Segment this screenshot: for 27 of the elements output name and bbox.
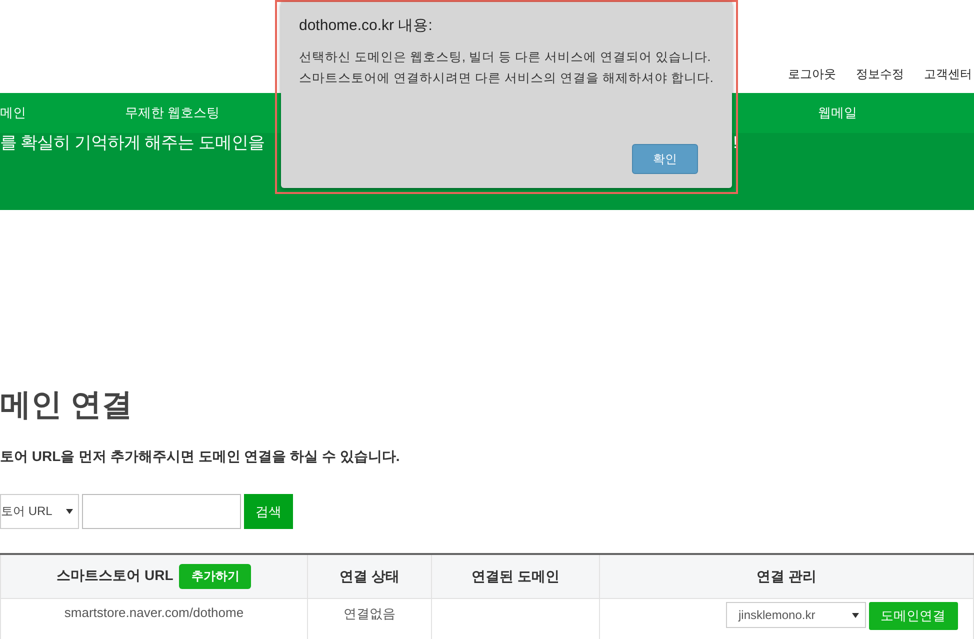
dialog-title: dothome.co.kr 내용: xyxy=(299,16,434,35)
table-cell: smartstore.naver.com/dothome xyxy=(64,605,244,620)
ok-button[interactable]: 확인 xyxy=(632,144,698,174)
header-link[interactable]: 로그아웃 xyxy=(788,66,836,83)
connect-domain-button[interactable]: 도메인연결 xyxy=(868,602,958,630)
column-header: 연결 관리 xyxy=(756,568,816,584)
header-link[interactable]: 정보수정 xyxy=(856,66,904,83)
search-type-select[interactable]: 토어 URL xyxy=(0,494,79,529)
dialog-message: 스마트스토어에 연결하시려면 다른 서비스의 연결을 해제하셔야 합니다. xyxy=(299,70,714,87)
search-button[interactable]: 검색 xyxy=(244,494,293,529)
dropdown-arrow-icon xyxy=(852,612,858,618)
banner-text: 를 확실히 기억하게 해주는 도메인을 xyxy=(0,133,264,152)
domain-select[interactable]: jinsklemono.kr xyxy=(726,602,866,628)
page-description: 토어 URL을 먼저 추가해주시면 도메인 연결을 하실 수 있습니다. xyxy=(0,448,401,466)
banner-text: ! xyxy=(733,133,738,153)
table-cell: 연결없음 xyxy=(344,606,396,621)
search-field[interactable] xyxy=(82,494,241,529)
column-header: 연결 상태 xyxy=(340,568,400,584)
dialog-message: 선택하신 도메인은 웹호스팅, 빌더 등 다른 서비스에 연결되어 있습니다. xyxy=(299,49,712,66)
nav-item[interactable]: 메인 xyxy=(0,104,125,122)
column-header: 연결된 도메인 xyxy=(472,568,560,584)
header-link[interactable]: 고객센터 xyxy=(924,66,972,83)
page-title: 메인 연결 xyxy=(0,386,134,424)
nav-item[interactable]: 웹메일 xyxy=(818,104,857,122)
column-header: 스마트스토어 URL xyxy=(56,567,174,583)
add-button[interactable]: 추가하기 xyxy=(179,564,252,589)
dropdown-arrow-icon xyxy=(66,509,73,514)
